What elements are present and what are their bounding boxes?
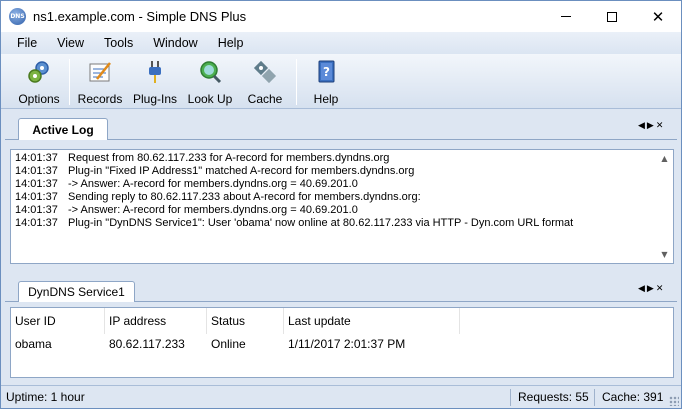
column-header-user-id[interactable]: User ID xyxy=(11,308,105,334)
minimize-icon xyxy=(561,16,571,17)
records-icon xyxy=(89,62,111,82)
tab-next-icon[interactable]: ▶ xyxy=(647,121,656,131)
column-header-status[interactable]: Status xyxy=(207,308,284,334)
menu-tools[interactable]: Tools xyxy=(94,36,143,50)
dns-app-icon: DNS xyxy=(9,8,26,25)
cell-user-id: obama xyxy=(15,337,52,351)
status-separator xyxy=(594,389,595,406)
status-requests: Requests: 55 xyxy=(518,390,589,404)
scroll-down-arrow-icon[interactable]: ▼ xyxy=(656,246,673,263)
look-up-button[interactable]: Look Up xyxy=(185,57,235,107)
status-separator xyxy=(510,389,511,406)
cell-status: Online xyxy=(211,337,246,351)
tab-close-icon[interactable]: ✕ xyxy=(656,284,666,294)
active-log-tab-nav: ◀▶✕ xyxy=(638,121,665,131)
menu-view[interactable]: View xyxy=(47,36,94,50)
menu-help[interactable]: Help xyxy=(208,36,254,50)
records-button[interactable]: Records xyxy=(75,57,125,107)
maximize-button[interactable] xyxy=(589,1,635,32)
dyndns-tab-nav: ◀▶✕ xyxy=(638,284,665,294)
window-title: ns1.example.com - Simple DNS Plus xyxy=(33,9,247,24)
status-cache: Cache: 391 xyxy=(602,390,664,404)
column-header-last-update[interactable]: Last update xyxy=(284,308,460,334)
options-label: Options xyxy=(18,92,60,106)
close-icon: ✕ xyxy=(651,7,665,26)
active-log-list[interactable]: 14:01:37 Request from 80.62.117.233 for A… xyxy=(10,149,674,264)
options-button[interactable]: Options xyxy=(14,57,64,107)
scroll-up-arrow-icon[interactable]: ▲ xyxy=(656,150,673,167)
log-line: 14:01:37 -> Answer: A-record for members.… xyxy=(15,204,358,216)
dyndns-users-table[interactable]: User ID IP address Status Last update ob… xyxy=(10,307,674,378)
app-window: DNS ns1.example.com - Simple DNS Plus ✕ … xyxy=(0,0,682,409)
records-label: Records xyxy=(77,92,123,106)
plug-ins-label: Plug-Ins xyxy=(132,92,178,106)
log-line: 14:01:37 Plug-in "DynDNS Service1": User … xyxy=(15,217,574,229)
close-button[interactable]: ✕ xyxy=(635,1,681,32)
cell-last-update: 1/11/2017 2:01:37 PM xyxy=(288,337,406,351)
plug-icon xyxy=(149,61,161,83)
tab-next-icon[interactable]: ▶ xyxy=(647,284,656,294)
gears-icon xyxy=(28,61,49,83)
menu-bar: File View Tools Window Help xyxy=(1,32,681,54)
table-header: User ID IP address Status Last update xyxy=(11,308,460,334)
help-book-icon: ? xyxy=(318,60,335,83)
cell-ip-address: 80.62.117.233 xyxy=(109,337,185,351)
status-bar: Uptime: 1 hour Requests: 55 Cache: 391 xyxy=(1,385,681,408)
cache-label: Cache xyxy=(247,92,283,106)
help-label: Help xyxy=(313,92,339,106)
log-scrollbar[interactable]: ▲ ▼ xyxy=(656,150,673,263)
tab-dyndns-service1[interactable]: DynDNS Service1 xyxy=(18,281,135,302)
log-lines: 14:01:37 Request from 80.62.117.233 for A… xyxy=(15,152,655,230)
tab-close-icon[interactable]: ✕ xyxy=(656,121,666,131)
log-line: 14:01:37 Sending reply to 80.62.117.233 a… xyxy=(15,191,421,203)
menu-file[interactable]: File xyxy=(7,36,47,50)
toolbar-separator xyxy=(69,59,70,105)
cache-button[interactable]: Cache xyxy=(240,57,290,107)
status-uptime: Uptime: 1 hour xyxy=(6,390,85,404)
cache-icon xyxy=(253,60,277,84)
log-line: 14:01:37 Plug-in "Fixed IP Address1" matc… xyxy=(15,165,415,177)
resize-grip-icon[interactable] xyxy=(669,396,679,406)
minimize-button[interactable] xyxy=(543,1,589,32)
tab-prev-icon[interactable]: ◀ xyxy=(638,284,647,294)
help-button[interactable]: ? Help xyxy=(301,57,351,107)
look-up-label: Look Up xyxy=(187,92,233,106)
toolbar-separator xyxy=(296,59,297,105)
globe-magnifier-icon xyxy=(200,61,222,84)
title-bar[interactable]: DNS ns1.example.com - Simple DNS Plus ✕ xyxy=(1,1,681,32)
plug-ins-button[interactable]: Plug-Ins xyxy=(130,57,180,107)
toolbar: Options Records Plug-Ins Look Up Cache ?… xyxy=(1,54,681,109)
svg-text:?: ? xyxy=(323,65,330,79)
table-row[interactable]: obama 80.62.117.233 Online 1/11/2017 2:0… xyxy=(11,334,460,354)
menu-window[interactable]: Window xyxy=(143,36,207,50)
tab-prev-icon[interactable]: ◀ xyxy=(638,121,647,131)
column-header-ip-address[interactable]: IP address xyxy=(105,308,207,334)
tab-active-log[interactable]: Active Log xyxy=(18,118,108,140)
log-line: 14:01:37 Request from 80.62.117.233 for A… xyxy=(15,152,390,164)
log-line: 14:01:37 -> Answer: A-record for members.… xyxy=(15,178,358,190)
maximize-icon xyxy=(607,11,617,22)
